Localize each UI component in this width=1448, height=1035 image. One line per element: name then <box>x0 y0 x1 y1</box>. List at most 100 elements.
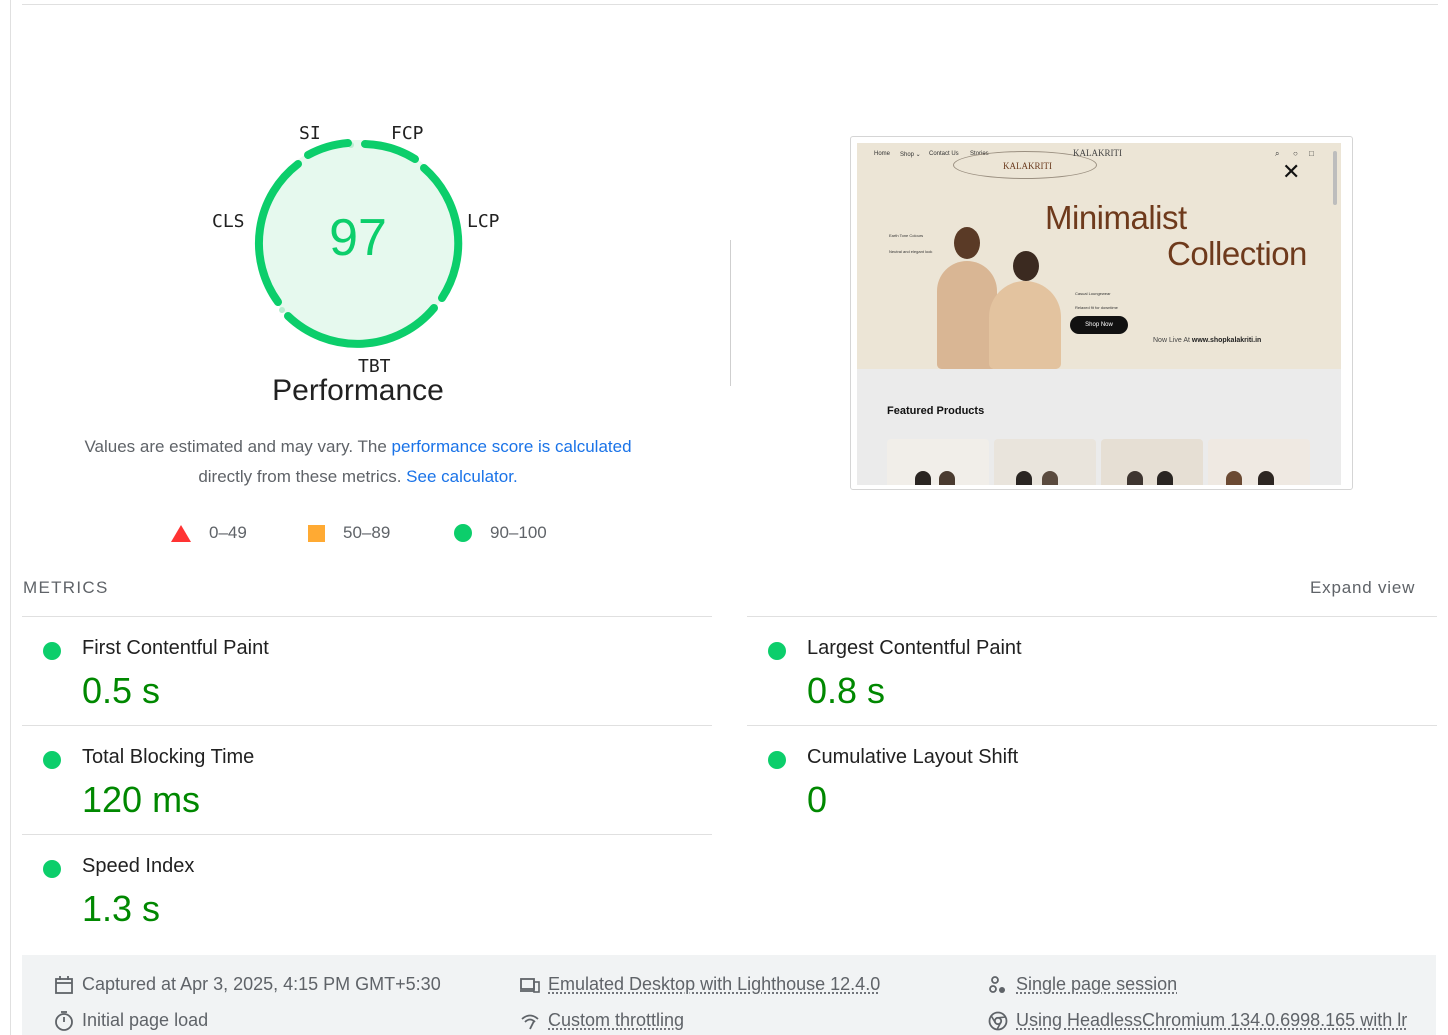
pass-circle-icon <box>43 642 61 660</box>
metric-divider <box>747 616 1437 617</box>
brand-name-top: KALAKRITI <box>1073 148 1122 158</box>
metric-value: 0.5 s <box>82 670 161 711</box>
product-card <box>1208 439 1310 485</box>
captured-text: Captured at Apr 3, 2025, 4:15 PM GMT+5:3… <box>82 974 441 994</box>
browser-version[interactable]: Using HeadlessChromium 134.0.6998.165 wi… <box>988 1010 1407 1031</box>
tag-casual-body: Relaxed fit for downtime <box>1075 305 1118 310</box>
session-type[interactable]: Single page session <box>988 974 1177 995</box>
product-figure <box>1016 471 1032 485</box>
metric-divider <box>22 834 712 835</box>
close-icon: ✕ <box>1282 159 1301 184</box>
live-url: www.shopkalakriti.in <box>1191 337 1262 344</box>
timer-icon <box>55 1010 73 1031</box>
see-calculator-link[interactable]: See calculator. <box>406 467 518 486</box>
performance-score: 97 <box>329 209 387 267</box>
gauge-label-cls: CLS <box>212 211 245 232</box>
product-figure <box>939 471 955 485</box>
product-card <box>994 439 1096 485</box>
legend-average: 50–89 <box>308 523 390 543</box>
signal-icon <box>521 1014 539 1029</box>
tag-earth-body: Neutral and elegant look <box>889 249 933 254</box>
model-figure-right <box>989 281 1061 369</box>
browser-text: Using HeadlessChromium 134.0.6998.165 wi… <box>1016 1010 1408 1030</box>
metric-name: First Contentful Paint <box>82 637 269 659</box>
metric-lcp: Largest Contentful Paint 0.8 s <box>747 618 1387 718</box>
metric-value: 1.3 s <box>82 888 161 929</box>
metric-divider <box>22 725 712 726</box>
metric-name: Speed Index <box>82 855 195 877</box>
bag-icon: □ <box>1309 149 1314 158</box>
product-figure <box>915 471 931 485</box>
scrollbar <box>1333 151 1337 205</box>
throttling[interactable]: Custom throttling <box>520 1010 684 1031</box>
pass-circle-icon <box>768 642 786 660</box>
hero-banner: Home Shop ⌄ Contact Us Stories KALAKRITI… <box>857 143 1341 369</box>
legend-pass-range: 90–100 <box>490 523 547 542</box>
brand-name: KALAKRITI <box>1003 161 1052 171</box>
nav-shop: Shop ⌄ <box>900 152 921 158</box>
model-figure-left <box>937 261 997 369</box>
tag-earth-title: Earth Tone Colours <box>889 233 924 238</box>
initial-load: Initial page load <box>54 1010 208 1031</box>
square-icon <box>308 524 325 542</box>
product-figure <box>1127 471 1143 485</box>
metric-divider <box>22 616 712 617</box>
product-card <box>1101 439 1203 485</box>
metric-divider <box>747 725 1437 726</box>
gauge-label-si: SI <box>299 123 321 144</box>
performance-title: Performance <box>272 374 444 407</box>
emulated-device[interactable]: Emulated Desktop with Lighthouse 12.4.0 <box>520 974 880 995</box>
metric-name: Cumulative Layout Shift <box>807 746 1019 768</box>
product-figure <box>1157 471 1173 485</box>
expand-view-toggle[interactable]: Expand view <box>1310 578 1415 598</box>
metric-cls: Cumulative Layout Shift 0 <box>747 727 1387 827</box>
score-calculated-link[interactable]: performance score is calculated <box>392 437 632 456</box>
product-figure <box>1042 471 1058 485</box>
gauge-label-fcp: FCP <box>391 123 424 144</box>
left-border <box>10 0 11 1035</box>
headline-collection: Collection <box>1167 235 1307 272</box>
metric-name: Largest Contentful Paint <box>807 637 1022 659</box>
pass-circle-icon <box>768 751 786 769</box>
shop-now-button: Shop Now <box>1070 316 1128 334</box>
triangle-icon <box>171 524 191 542</box>
session-text: Single page session <box>1016 974 1178 994</box>
final-screenshot[interactable]: Home Shop ⌄ Contact Us Stories KALAKRITI… <box>850 136 1353 490</box>
metric-si: Speed Index 1.3 s <box>22 836 662 936</box>
captured-at: Captured at Apr 3, 2025, 4:15 PM GMT+5:3… <box>54 974 441 995</box>
session-icon <box>989 975 1005 993</box>
chrome-icon <box>988 1011 1008 1030</box>
top-divider <box>22 4 1438 5</box>
model-head-left <box>954 227 980 259</box>
live-text: Now Live At www.shopkalakriti.in <box>1153 337 1261 344</box>
legend-fail: 0–49 <box>171 523 247 543</box>
runtime-settings: Captured at Apr 3, 2025, 4:15 PM GMT+5:3… <box>22 955 1436 1035</box>
description-text-2: directly from these metrics. <box>198 467 407 486</box>
metrics-title: METRICS <box>23 578 109 597</box>
initial-load-text: Initial page load <box>82 1010 209 1030</box>
calendar-icon <box>55 975 73 994</box>
product-figure <box>1258 471 1274 485</box>
legend-pass: 90–100 <box>454 523 547 543</box>
description-text-1: Values are estimated and may vary. The <box>84 437 392 456</box>
metric-value: 0 <box>807 779 828 820</box>
metric-value: 0.8 s <box>807 670 886 711</box>
metric-tbt: Total Blocking Time 120 ms <box>22 727 662 827</box>
circle-icon <box>454 524 472 542</box>
nav-contact: Contact Us <box>929 151 959 157</box>
throttling-text: Custom throttling <box>548 1010 685 1030</box>
screenshot-viewport: Home Shop ⌄ Contact Us Stories KALAKRITI… <box>857 143 1341 485</box>
performance-gauge[interactable]: SI FCP LCP CLS TBT 97 <box>212 120 500 377</box>
product-card <box>887 439 989 485</box>
emulated-text: Emulated Desktop with Lighthouse 12.4.0 <box>548 974 881 994</box>
live-prefix: Now Live At <box>1153 337 1192 344</box>
tag-casual-title: Casual Loungewear <box>1075 291 1111 296</box>
metric-value: 120 ms <box>82 779 201 820</box>
pass-circle-icon <box>43 751 61 769</box>
featured-products-heading: Featured Products <box>887 405 985 417</box>
headline-minimalist: Minimalist <box>1045 199 1187 236</box>
nav-home: Home <box>874 151 891 157</box>
legend-fail-range: 0–49 <box>209 523 247 542</box>
score-description: Values are estimated and may vary. The p… <box>40 432 676 492</box>
metric-fcp: First Contentful Paint 0.5 s <box>22 618 662 718</box>
